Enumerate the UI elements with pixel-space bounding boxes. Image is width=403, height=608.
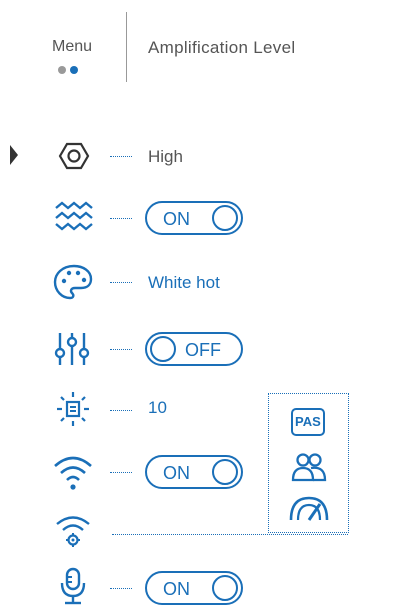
dotted-leader-long xyxy=(112,534,348,535)
page-dot-active xyxy=(70,66,78,74)
sliders-toggle[interactable]: OFF xyxy=(145,332,243,366)
menu-row-microphone[interactable]: ON xyxy=(0,567,403,608)
palette-value: White hot xyxy=(148,273,220,292)
microphone-toggle[interactable]: ON xyxy=(145,571,243,605)
brightness-display-icon xyxy=(57,392,89,426)
pas-label: PAS xyxy=(295,414,321,429)
sliders-icon xyxy=(54,333,90,365)
dotted-leader xyxy=(110,282,132,283)
hexagon-nut-icon xyxy=(58,142,90,170)
toggle-label: OFF xyxy=(185,340,221,360)
dotted-leader xyxy=(110,410,132,411)
amplification-value: High xyxy=(148,147,183,166)
toggle-knob xyxy=(212,575,238,601)
brightness-value: 10 xyxy=(148,398,167,417)
menu-row-amplification[interactable]: High xyxy=(0,136,403,176)
page-title: Amplification Level xyxy=(148,38,296,57)
page-indicator xyxy=(58,66,78,74)
toggle-knob xyxy=(212,459,238,485)
palette-icon xyxy=(53,264,93,300)
menu-label[interactable]: Menu xyxy=(52,38,92,56)
wifi-settings-icon xyxy=(56,516,90,547)
side-panel: PAS xyxy=(268,393,349,533)
toggle-knob xyxy=(150,336,176,362)
dotted-leader xyxy=(110,218,132,219)
wifi-toggle[interactable]: ON xyxy=(145,455,243,489)
pas-icon[interactable]: PAS xyxy=(291,408,325,436)
toggle-label: ON xyxy=(163,463,190,483)
menu-row-waves[interactable]: ON xyxy=(0,198,403,238)
dotted-leader xyxy=(110,156,132,157)
wifi-icon xyxy=(54,456,92,490)
header-divider xyxy=(126,12,127,82)
dotted-leader xyxy=(110,472,132,473)
waves-toggle[interactable]: ON xyxy=(145,201,243,235)
page-dot-inactive xyxy=(58,66,66,74)
microphone-icon xyxy=(60,567,86,605)
waves-icon xyxy=(55,201,93,231)
toggle-label: ON xyxy=(163,209,190,229)
dotted-leader xyxy=(110,588,132,589)
menu-row-sliders[interactable]: OFF xyxy=(0,329,403,369)
toggle-label: ON xyxy=(163,579,190,599)
users-icon[interactable] xyxy=(291,452,327,482)
gauge-icon[interactable] xyxy=(287,494,331,522)
dotted-leader xyxy=(110,349,132,350)
menu-row-palette[interactable]: White hot xyxy=(0,262,403,302)
toggle-knob xyxy=(212,205,238,231)
